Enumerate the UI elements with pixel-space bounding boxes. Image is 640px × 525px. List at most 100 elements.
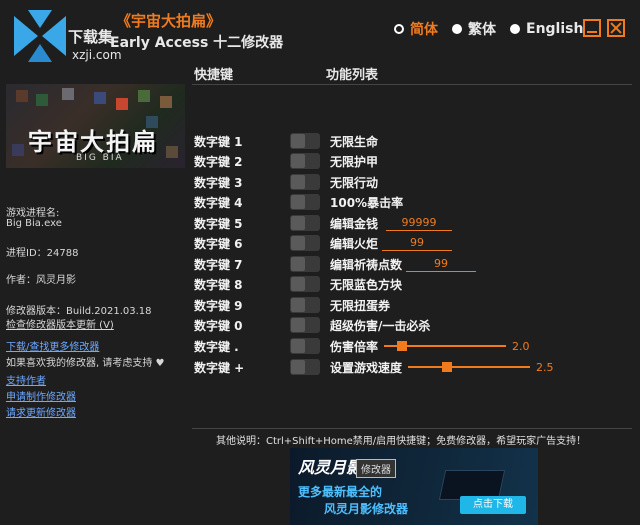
slider-track — [408, 366, 531, 368]
game-cover-image: 宇宙大拍扁 BIG BIA — [6, 84, 185, 168]
cheat-toggle[interactable] — [290, 133, 320, 149]
cheat-row: 数字键 + 设置游戏速度 2.5 — [194, 357, 554, 377]
hotkey-label: 数字键 3 — [194, 175, 243, 190]
process-label: 游戏进程名: — [6, 208, 60, 219]
trainer-subtitle: Early Access 十二修改器 — [110, 35, 284, 51]
game-title: 《宇宙大拍扁》 — [116, 12, 222, 30]
cheat-row: 数字键 4 100%暴击率 — [194, 192, 403, 212]
hotkey-label: 数字键 9 — [194, 298, 243, 313]
support-author-link[interactable]: 支持作者 — [6, 372, 46, 387]
cover-tile — [16, 90, 28, 102]
footer-note: 其他说明：Ctrl+Shift+Home禁用/启用快捷键；免费修改器，希望玩家广… — [216, 436, 587, 447]
process-id: 进程ID：24788 — [6, 248, 79, 259]
money-value-input[interactable]: 99999 — [386, 216, 453, 231]
minimize-button[interactable] — [583, 19, 601, 37]
radio-simplified-icon[interactable] — [394, 24, 404, 34]
cheat-row: 数字键 6 编辑火炬 99 — [194, 233, 453, 253]
cover-tile — [160, 96, 172, 108]
cover-tile — [116, 98, 128, 110]
cheat-toggle[interactable] — [290, 215, 320, 231]
cheat-label: 无限生命 — [330, 134, 379, 149]
cheat-label: 无限护甲 — [330, 154, 379, 169]
close-button[interactable] — [607, 19, 625, 37]
hotkey-label: 数字键 2 — [194, 154, 243, 169]
hotkey-label: 数字键 4 — [194, 195, 243, 210]
ad-banner[interactable]: 风灵月影 修改器 更多最新最全的 风灵月影修改器 点击下载 — [290, 448, 538, 525]
hotkey-label: 数字键 7 — [194, 257, 243, 272]
download-more-link[interactable]: 下载/查找更多修改器 — [6, 338, 99, 353]
cheat-toggle[interactable] — [290, 359, 320, 375]
slider-value: 2.5 — [536, 360, 554, 374]
cover-title: 宇宙大拍扁 — [28, 128, 158, 156]
slider-knob[interactable] — [442, 362, 453, 372]
request-update-link[interactable]: 请求更新修改器 — [6, 404, 76, 419]
hotkey-label: 数字键 1 — [194, 134, 243, 149]
header-divider — [192, 84, 632, 85]
cover-tile — [138, 90, 150, 102]
cover-tile — [62, 88, 74, 100]
cheat-toggle[interactable] — [290, 276, 320, 292]
cheat-label: 超级伤害/一击必杀 — [330, 318, 431, 333]
radio-traditional-icon[interactable] — [452, 24, 462, 34]
ad-line1: 更多最新最全的 — [298, 485, 383, 499]
torch-value-input[interactable]: 99 — [382, 236, 453, 251]
hotkey-label: 数字键 + — [194, 360, 245, 375]
cheat-row: 数字键 0 超级伤害/一击必杀 — [194, 315, 430, 335]
lang-simplified[interactable]: 简体 — [410, 19, 438, 39]
cheat-toggle[interactable] — [290, 194, 320, 210]
cover-tile — [166, 146, 178, 158]
lang-traditional[interactable]: 繁体 — [468, 19, 496, 39]
hotkey-label: 数字键 8 — [194, 277, 243, 292]
cheat-toggle[interactable] — [290, 174, 320, 190]
hotkey-label: 数字键 6 — [194, 236, 243, 251]
cheat-row: 数字键 5 编辑金钱 99999 — [194, 213, 453, 233]
cover-subtitle: BIG BIA — [76, 153, 124, 163]
ad-download-button[interactable]: 点击下载 — [460, 496, 526, 514]
cheat-label: 编辑祈祷点数 — [330, 257, 403, 272]
cheat-toggle[interactable] — [290, 297, 320, 313]
lang-english[interactable]: English — [526, 21, 583, 37]
cheat-toggle[interactable] — [290, 317, 320, 333]
apply-trainer-link[interactable]: 申请制作修改器 — [6, 388, 76, 403]
cheat-label: 无限蓝色方块 — [330, 277, 403, 292]
version-label: 修改器版本：Build.2021.03.18 — [6, 306, 152, 317]
cheat-label: 编辑火炬 — [330, 236, 379, 251]
radio-english-icon[interactable] — [510, 24, 520, 34]
cheat-row: 数字键 2 无限护甲 — [194, 151, 378, 171]
author-label: 作者：风灵月影 — [6, 275, 76, 286]
cheat-label: 设置游戏速度 — [330, 360, 403, 375]
cheat-toggle[interactable] — [290, 153, 320, 169]
cover-tile — [94, 92, 106, 104]
column-hotkey: 快捷键 — [194, 68, 234, 83]
cheat-row: 数字键 8 无限蓝色方块 — [194, 274, 402, 294]
check-update-link[interactable]: 检查修改器版本更新 (V) — [6, 316, 114, 331]
window-controls — [583, 19, 625, 37]
cheat-label: 编辑金钱 — [330, 216, 379, 231]
prayer-value-input[interactable]: 99 — [406, 257, 477, 272]
hotkey-label: 数字键 . — [194, 339, 239, 354]
cheat-row: 数字键 9 无限扭蛋券 — [194, 295, 390, 315]
footer-divider — [192, 428, 632, 429]
slider-knob[interactable] — [397, 341, 408, 351]
cheat-label: 无限扭蛋券 — [330, 298, 391, 313]
language-selector: 简体 繁体 English — [394, 20, 591, 38]
cheat-toggle[interactable] — [290, 338, 320, 354]
cheat-row: 数字键 . 伤害倍率 2.0 — [194, 336, 530, 356]
cheat-label: 无限行动 — [330, 175, 379, 190]
cheat-toggle[interactable] — [290, 256, 320, 272]
cheat-label: 伤害倍率 — [330, 339, 379, 354]
cheat-row: 数字键 1 无限生命 — [194, 131, 378, 151]
column-function: 功能列表 — [326, 68, 379, 83]
cheat-toggle[interactable] — [290, 235, 320, 251]
cover-tile — [12, 144, 24, 156]
cheat-row: 数字键 7 编辑祈祷点数 99 — [194, 254, 477, 274]
logo-text: 下载集 — [68, 28, 114, 46]
ad-tag: 修改器 — [356, 459, 396, 478]
process-name: Big Bia.exe — [6, 218, 62, 229]
ad-brand: 风灵月影 — [298, 458, 363, 477]
cheat-label: 100%暴击率 — [330, 195, 404, 210]
ad-line2: 风灵月影修改器 — [324, 502, 409, 516]
damage-multiplier-slider[interactable] — [384, 338, 507, 354]
game-speed-slider[interactable] — [408, 359, 531, 375]
logo-icon — [14, 10, 66, 62]
